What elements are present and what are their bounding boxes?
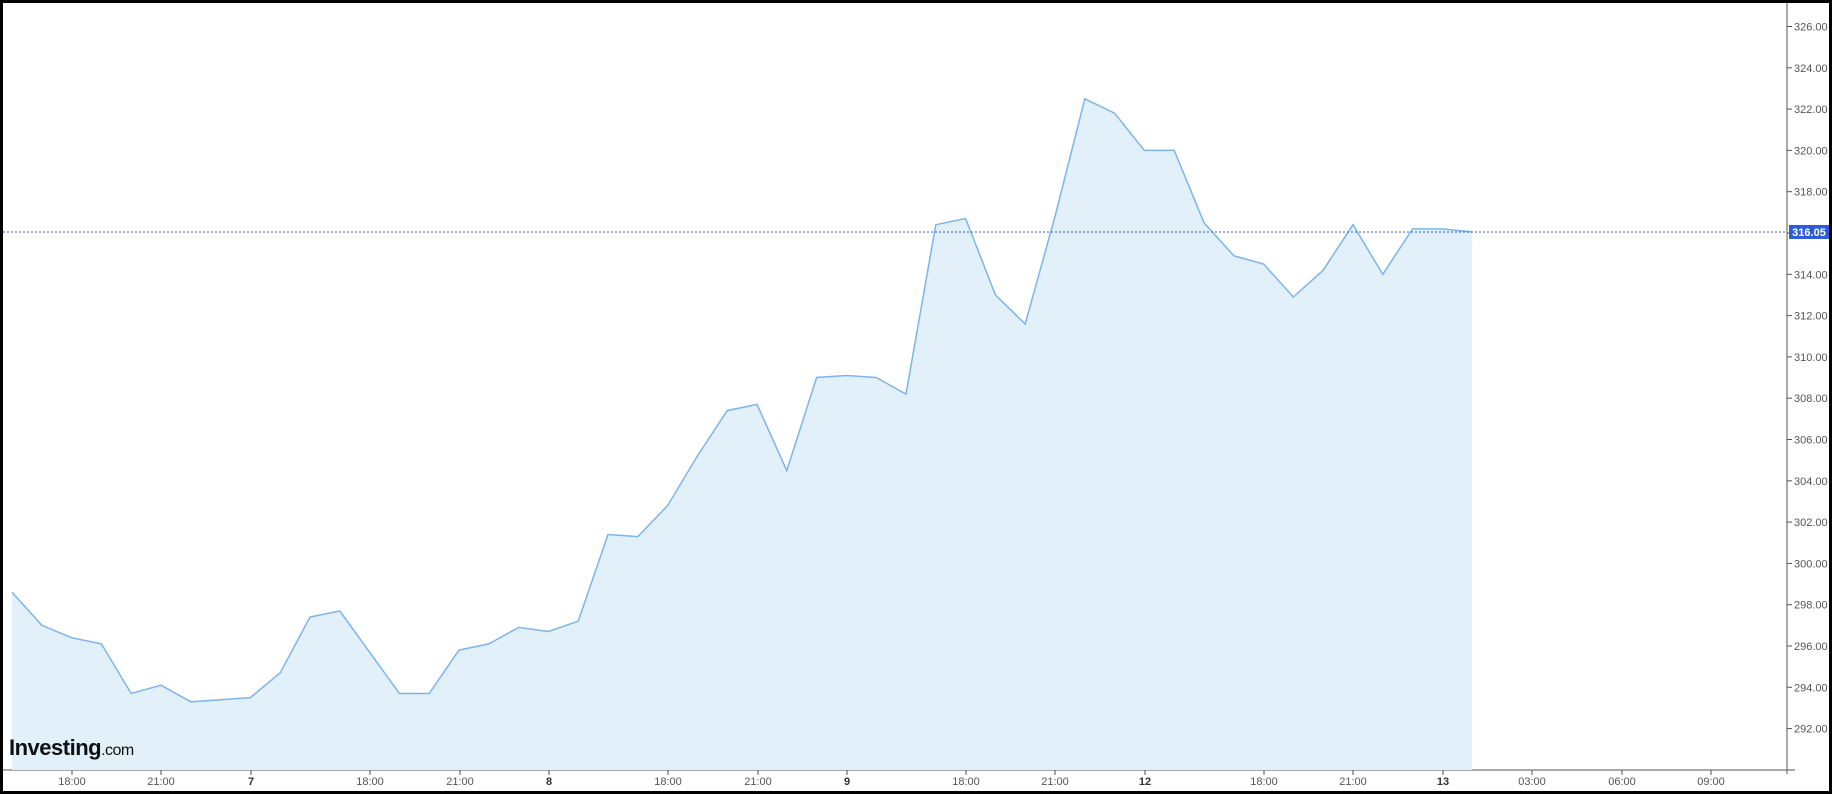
y-tick-label: 310.00 <box>1794 352 1828 364</box>
y-tick-label: 308.00 <box>1794 393 1828 405</box>
x-tick-label: 18:00 <box>356 776 384 788</box>
x-tick-label: 18:00 <box>952 776 980 788</box>
investing-logo: Investing.com <box>9 735 134 761</box>
y-tick-label: 302.00 <box>1794 517 1828 529</box>
x-tick-label: 21:00 <box>1041 776 1069 788</box>
y-tick-label: 294.00 <box>1794 682 1828 694</box>
x-tick-label: 8 <box>546 776 552 788</box>
y-tick-label: 326.00 <box>1794 22 1828 34</box>
x-tick-label: 06:00 <box>1608 776 1636 788</box>
y-tick-label: 306.00 <box>1794 435 1828 447</box>
x-tick-label: 09:00 <box>1697 776 1725 788</box>
y-tick-label: 298.00 <box>1794 600 1828 612</box>
y-tick-label: 314.00 <box>1794 269 1828 281</box>
x-tick-label: 9 <box>844 776 850 788</box>
x-tick-label: 18:00 <box>1250 776 1278 788</box>
x-tick-label: 18:00 <box>58 776 86 788</box>
price-chart: 292.00 294.00 296.00 298.00 300.00 302.00 304.… <box>3 3 1829 788</box>
logo-suffix: .com <box>101 742 134 759</box>
x-tick-label: 13 <box>1437 776 1449 788</box>
y-tick-label: 318.00 <box>1794 187 1828 199</box>
current-price-label: 316.05 <box>1792 227 1826 239</box>
x-tick-label: 03:00 <box>1518 776 1546 788</box>
x-tick-label: 12 <box>1139 776 1151 788</box>
y-tick-label: 300.00 <box>1794 558 1828 570</box>
x-tick-label: 21:00 <box>744 776 772 788</box>
x-tick-label: 18:00 <box>654 776 682 788</box>
y-tick-label: 304.00 <box>1794 476 1828 488</box>
y-tick-label: 312.00 <box>1794 311 1828 323</box>
price-area-fill <box>12 98 1473 771</box>
y-tick-label: 324.00 <box>1794 63 1828 75</box>
y-tick-label: 296.00 <box>1794 641 1828 653</box>
logo-text: Investing <box>9 735 102 760</box>
x-tick-label: 21:00 <box>147 776 175 788</box>
x-tick-label: 7 <box>248 776 254 788</box>
x-tick-label: 21:00 <box>446 776 474 788</box>
x-tick-label: 21:00 <box>1339 776 1367 788</box>
y-tick-label: 322.00 <box>1794 104 1828 116</box>
y-tick-label: 320.00 <box>1794 145 1828 157</box>
y-tick-label: 292.00 <box>1794 724 1828 736</box>
